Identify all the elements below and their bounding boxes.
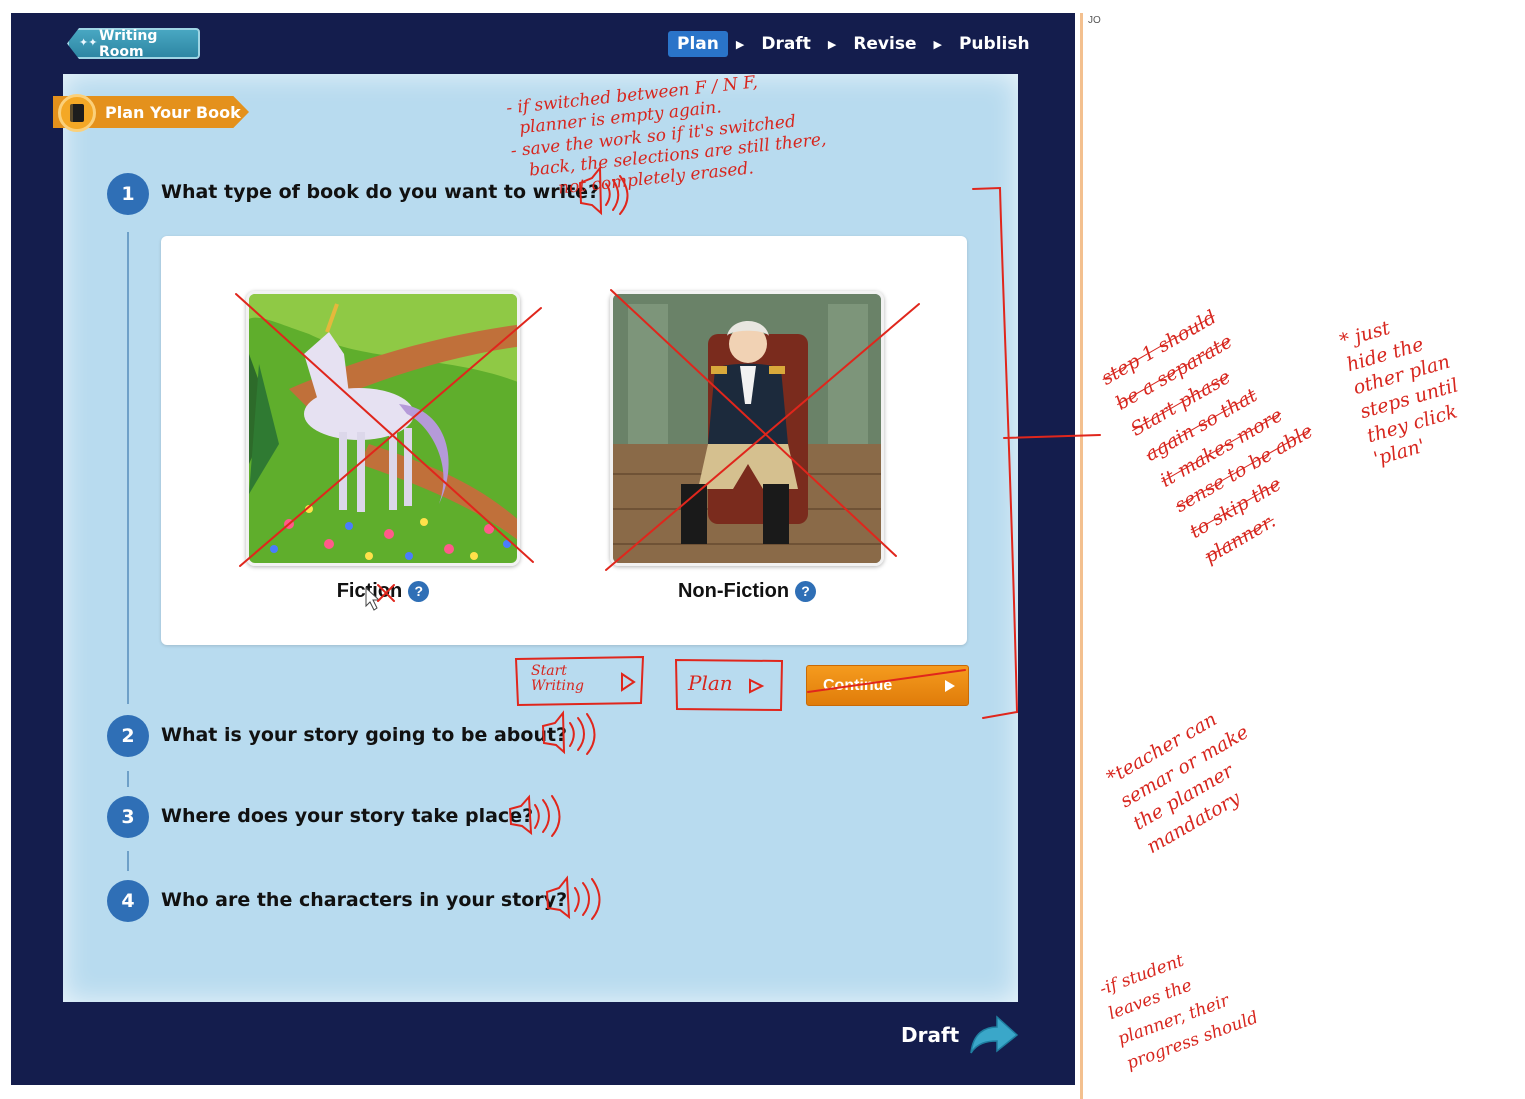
annotation-teacher: *teacher can semar or make the planner m… xyxy=(1103,708,1253,858)
play-arrow-icon xyxy=(945,680,955,692)
annotation-bottom: -if student leaves the planner, their pr… xyxy=(1097,950,1261,1074)
help-icon[interactable]: ? xyxy=(795,580,817,602)
nonfiction-choice[interactable]: Non-Fiction? xyxy=(610,291,884,602)
forward-arrow-icon xyxy=(970,1015,1019,1054)
step-number-badge: 3 xyxy=(107,796,149,838)
annotation-hide-steps: * just hide the other plan steps until t… xyxy=(1337,316,1461,471)
step-number-badge: 1 xyxy=(107,173,149,215)
writing-room-label: Writing Room xyxy=(99,27,158,60)
planner-panel: Plan Your Book 1 What type of book do yo… xyxy=(53,74,1018,1002)
question-3-text: Where does your story take place? xyxy=(161,805,534,827)
step-number-badge: 2 xyxy=(107,715,149,757)
question-1-text: What type of book do you want to write? xyxy=(161,181,600,203)
process-steps: Plan ▶ Draft ▶ Revise ▶ Publish xyxy=(668,30,1039,58)
reviewer-initials: JO xyxy=(1088,15,1101,26)
app-frame: ✦✦ Writing Room Plan ▶ Draft ▶ Revise ▶ … xyxy=(11,13,1075,1085)
step-arrow-icon: ▶ xyxy=(735,37,745,51)
annotation-step1: step 1 should be a separate Start phase … xyxy=(1097,306,1317,569)
continue-button[interactable]: Continue xyxy=(806,665,969,706)
fiction-image[interactable] xyxy=(246,291,520,566)
book-icon xyxy=(58,94,96,132)
nonfiction-label[interactable]: Non-Fiction xyxy=(678,580,789,602)
banner-title: Plan Your Book xyxy=(105,102,241,122)
timeline-connector xyxy=(127,232,129,704)
timeline-connector xyxy=(127,851,129,871)
help-icon[interactable]: ? xyxy=(408,580,430,602)
nonfiction-label-row[interactable]: Non-Fiction? xyxy=(610,580,884,603)
step-plan[interactable]: Plan xyxy=(668,31,728,57)
step-arrow-icon: ▶ xyxy=(827,37,837,51)
speaker-icon[interactable] xyxy=(576,175,634,215)
fiction-choice[interactable]: Fiction? xyxy=(246,291,520,602)
fiction-label-row[interactable]: Fiction? xyxy=(246,580,520,603)
writing-room-back-button[interactable]: ✦✦ Writing Room xyxy=(67,28,200,59)
fiction-label[interactable]: Fiction xyxy=(337,580,403,602)
sparkle-icon: ✦✦ xyxy=(79,36,98,49)
step-publish[interactable]: Publish xyxy=(950,31,1039,57)
draft-next-button[interactable]: Draft xyxy=(901,1015,1019,1055)
unicorn-illustration xyxy=(249,294,517,563)
timeline-connector xyxy=(127,771,129,787)
continue-label: Continue xyxy=(823,676,893,694)
step-number-badge: 4 xyxy=(107,880,149,922)
step-draft[interactable]: Draft xyxy=(752,31,820,57)
question-2-text: What is your story going to be about? xyxy=(161,724,568,746)
top-nav: ✦✦ Writing Room Plan ▶ Draft ▶ Revise ▶ … xyxy=(11,13,1075,73)
washington-illustration xyxy=(613,294,881,563)
step-revise[interactable]: Revise xyxy=(844,31,925,57)
draft-next-label: Draft xyxy=(901,1023,960,1047)
question-4-text: Who are the characters in your story? xyxy=(161,889,568,911)
nonfiction-image[interactable] xyxy=(610,291,884,566)
step-arrow-icon: ▶ xyxy=(933,37,942,51)
margin-rule xyxy=(1080,13,1083,1099)
book-type-card: Fiction? Non-Fiction ? xyxy=(161,236,967,645)
